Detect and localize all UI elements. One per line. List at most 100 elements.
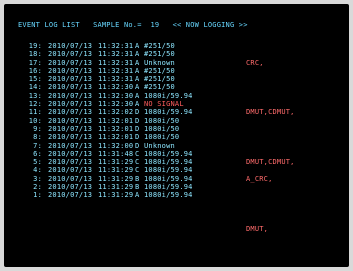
- event-code: A: [135, 83, 140, 92]
- event-time: 11:32:00: [98, 141, 134, 150]
- event-number: 11:: [28, 108, 42, 117]
- event-message: 1080i/50: [144, 116, 180, 125]
- event-date: 2010/07/13: [48, 108, 93, 117]
- error-line: [246, 183, 346, 191]
- event-time: 11:32:01: [98, 124, 134, 133]
- event-message: 1080i/59.94: [144, 158, 193, 167]
- event-number: 16:: [28, 66, 42, 75]
- event-message: Unknown: [144, 58, 175, 67]
- event-code: C: [135, 158, 140, 167]
- event-date: 2010/07/13: [48, 50, 93, 59]
- error-line: DMUT,CDMUT,: [246, 108, 295, 117]
- event-time: 11:32:01: [98, 116, 134, 125]
- event-code: A: [135, 66, 140, 75]
- event-code: B: [135, 183, 140, 192]
- error-line: DMUT,: [246, 224, 269, 233]
- error-line: [246, 208, 346, 216]
- event-row: 13: 2010/07/13 11:32:30 A 1080i/59.94: [28, 92, 228, 100]
- event-message: 1080i/59.94: [144, 174, 193, 183]
- event-number: 18:: [28, 50, 42, 59]
- event-code: A: [135, 191, 140, 200]
- event-row: 14: 2010/07/13 11:32:30 A #251/50: [28, 83, 228, 91]
- event-row: 5: 2010/07/13 11:31:29 C 1080i/59.94: [28, 158, 228, 166]
- event-row: 18: 2010/07/13 11:32:31 A #251/50: [28, 50, 228, 58]
- event-date: 2010/07/13: [48, 75, 93, 84]
- log-header: EVENT LOG LIST SAMPLE No.= 19 << NOW LOG…: [18, 21, 248, 29]
- event-message: Unknown: [144, 141, 175, 150]
- error-line: DMUT,CDMUT,: [246, 158, 295, 167]
- event-row: 10: 2010/07/13 11:32:01 D 1080i/50: [28, 117, 228, 125]
- event-row: 3: 2010/07/13 11:31:29 B 1080i/59.94: [28, 175, 228, 183]
- event-time: 11:31:48: [98, 149, 134, 158]
- event-message: 1080i/50: [144, 124, 180, 133]
- event-time: 11:32:31: [98, 58, 134, 67]
- event-code: A: [135, 42, 140, 50]
- event-number: 3:: [33, 174, 42, 183]
- log-title: EVENT LOG LIST: [18, 21, 80, 29]
- event-time: 11:31:29: [98, 174, 134, 183]
- error-line: [246, 42, 346, 50]
- event-code: C: [135, 166, 140, 175]
- monitor-bezel: EVENT LOG LIST SAMPLE No.= 19 << NOW LOG…: [0, 0, 353, 271]
- event-code: A: [135, 50, 140, 59]
- event-date: 2010/07/13: [48, 66, 93, 75]
- event-message: #251/50: [144, 83, 175, 92]
- event-time: 11:31:29: [98, 166, 134, 175]
- error-line: [246, 191, 346, 199]
- error-line: [246, 133, 346, 141]
- event-number: 6:: [33, 149, 42, 158]
- event-time: 11:32:31: [98, 66, 134, 75]
- event-row: 1: 2010/07/13 11:31:29 A 1080i/59.94: [28, 191, 228, 199]
- event-message: 1080i/59.94: [144, 108, 193, 117]
- event-code: D: [135, 124, 140, 133]
- event-date: 2010/07/13: [48, 42, 93, 50]
- event-number: 10:: [28, 116, 42, 125]
- event-date: 2010/07/13: [48, 116, 93, 125]
- event-number: 17:: [28, 58, 42, 67]
- event-number: 2:: [33, 183, 42, 192]
- error-line: [246, 200, 346, 208]
- event-row: 15: 2010/07/13 11:32:31 A #251/50: [28, 75, 228, 83]
- event-message: #251/50: [144, 66, 175, 75]
- event-row: 19: 2010/07/13 11:32:31 A #251/50: [28, 42, 228, 50]
- event-message: 1080i/50: [144, 133, 180, 142]
- error-line: [246, 67, 346, 75]
- event-number: 7:: [33, 141, 42, 150]
- event-message: #251/50: [144, 75, 175, 84]
- event-code: D: [135, 116, 140, 125]
- error-line: [246, 142, 346, 150]
- event-date: 2010/07/13: [48, 149, 93, 158]
- event-message: 1080i/59.94: [144, 149, 193, 158]
- error-line: [246, 117, 346, 125]
- event-time: 11:32:02: [98, 108, 134, 117]
- event-row: 2: 2010/07/13 11:31:29 B 1080i/59.94: [28, 183, 228, 191]
- event-number: 19:: [28, 42, 42, 50]
- event-code: D: [135, 133, 140, 142]
- event-list: 19: 2010/07/13 11:32:31 A #251/50 18: 2010/07/…: [28, 42, 228, 200]
- event-row: 12: 2010/07/13 11:32:30 A NO SIGNAL: [28, 100, 228, 108]
- event-row: 11: 2010/07/13 11:32:02 D 1080i/59.94: [28, 108, 228, 116]
- event-number: 13:: [28, 91, 42, 100]
- error-column: CRC, DMUT,CDMUT, DMUT,CDMUT, A_CRC, DMUT…: [246, 42, 346, 233]
- event-time: 11:32:31: [98, 50, 134, 59]
- error-line: [246, 216, 346, 224]
- event-time: 11:32:31: [98, 75, 134, 84]
- error-line: [246, 150, 346, 158]
- event-date: 2010/07/13: [48, 100, 93, 109]
- event-code: C: [135, 149, 140, 158]
- event-date: 2010/07/13: [48, 91, 93, 100]
- event-message: 1080i/59.94: [144, 183, 193, 192]
- event-row: 16: 2010/07/13 11:32:31 A #251/50: [28, 67, 228, 75]
- event-code: A: [135, 75, 140, 84]
- error-line: [246, 100, 346, 108]
- event-log-screen: EVENT LOG LIST SAMPLE No.= 19 << NOW LOG…: [4, 4, 349, 267]
- event-number: 9:: [33, 124, 42, 133]
- event-time: 11:32:30: [98, 100, 134, 109]
- error-line: [246, 75, 346, 83]
- event-message: #251/50: [144, 42, 175, 50]
- event-message: NO SIGNAL: [144, 100, 184, 109]
- sample-number: 19: [150, 21, 160, 29]
- event-time: 11:32:30: [98, 91, 134, 100]
- event-row: 7: 2010/07/13 11:32:00 D Unknown: [28, 142, 228, 150]
- event-message: 1080i/59.94: [144, 191, 193, 200]
